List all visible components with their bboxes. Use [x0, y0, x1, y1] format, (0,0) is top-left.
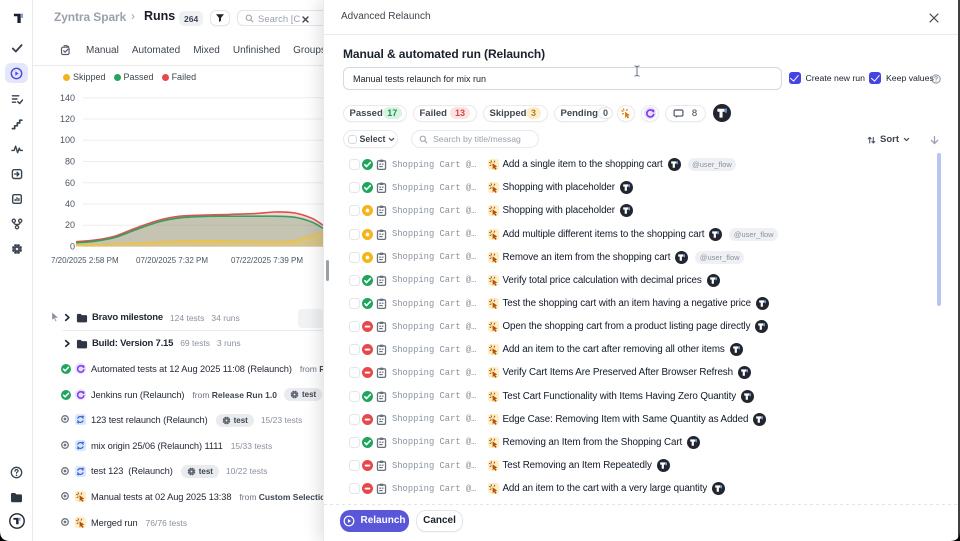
svg-text:07/20/2025 7:32 PM: 07/20/2025 7:32 PM: [136, 256, 208, 265]
svg-text:40: 40: [65, 199, 75, 209]
svg-text:120: 120: [60, 114, 75, 124]
svg-text:07/22/2025 7:39 PM: 07/22/2025 7:39 PM: [231, 256, 303, 265]
svg-text:20: 20: [65, 220, 75, 230]
svg-text:7/20/2025 2:58 PM: 7/20/2025 2:58 PM: [51, 256, 119, 265]
svg-text:140: 140: [60, 93, 75, 103]
svg-text:80: 80: [65, 157, 75, 167]
svg-text:0: 0: [70, 242, 75, 252]
svg-text:60: 60: [65, 178, 75, 188]
svg-text:100: 100: [60, 135, 75, 145]
